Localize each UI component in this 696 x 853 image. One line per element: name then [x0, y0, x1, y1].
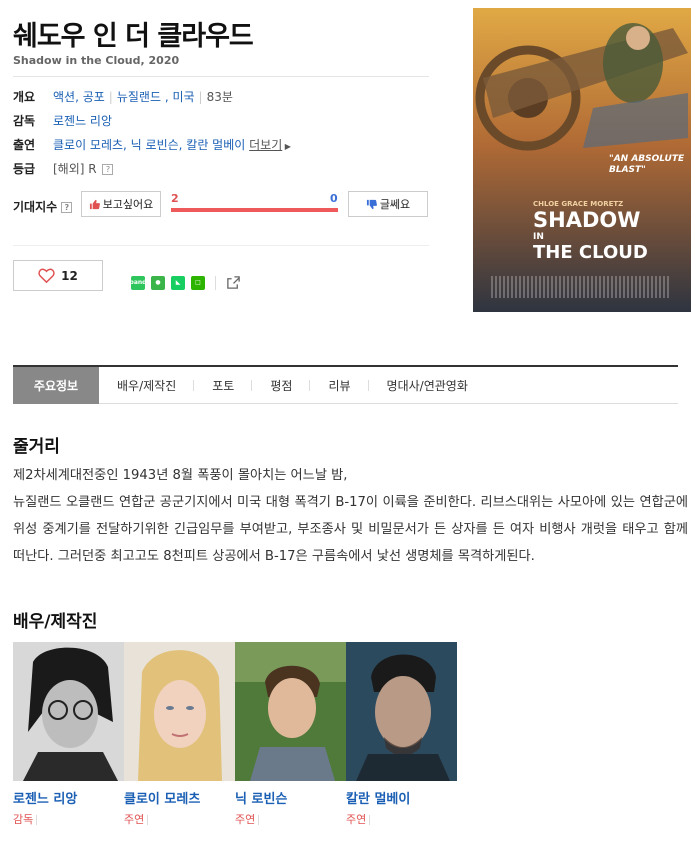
bookmark-icon[interactable]: ◣: [171, 275, 185, 290]
person-photo[interactable]: [346, 642, 457, 781]
cast-label: 출연: [13, 138, 36, 152]
person-photo[interactable]: [13, 642, 124, 781]
want-label: 보고싶어요: [102, 198, 154, 211]
synopsis-heading: 줄거리: [13, 437, 60, 457]
person-role: 감독: [13, 811, 124, 827]
doubt-label: 글쎄요: [379, 198, 411, 211]
person-photo[interactable]: [235, 642, 346, 781]
poster-quote: "AN ABSOLUTE BLAST": [609, 154, 685, 175]
divider: [215, 275, 216, 290]
person-name[interactable]: 닉 로빈슨: [235, 788, 346, 807]
thumbs-down-icon: [366, 199, 377, 209]
rating-region: [해외]: [53, 162, 85, 176]
cast-card[interactable]: 칼란 멀베이 주연: [346, 642, 457, 827]
page-title: 쉐도우 인 더 클라우드: [13, 21, 254, 52]
help-icon[interactable]: ?: [61, 202, 73, 213]
like-button[interactable]: 12: [13, 260, 103, 291]
countries-link[interactable]: 뉴질랜드 , 미국: [117, 90, 195, 104]
person-role: 주연: [346, 811, 457, 827]
person-role: 주연: [235, 811, 346, 827]
synopsis-line-1: 제2차세계대전중인 1943년 8월 폭풍이 몰아치는 어느날 밤,: [13, 468, 348, 483]
synopsis-text: 제2차세계대전중인 1943년 8월 폭풍이 몰아치는 어느날 밤, 뉴질랜드 …: [13, 462, 688, 570]
share-icon[interactable]: [226, 275, 241, 290]
expectation-bar-fill: [171, 208, 338, 212]
poster-title-3: THE CLOUD: [533, 242, 648, 263]
rating-value: R: [88, 162, 97, 176]
movie-poster[interactable]: "AN ABSOLUTE BLAST" CHLOE GRACE MORETZ S…: [473, 8, 691, 312]
original-title: Shadow in the Cloud, 2020: [13, 54, 180, 67]
expectation-label: 기대지수 ?: [13, 198, 73, 215]
help-icon[interactable]: ?: [102, 164, 114, 175]
expectation-bar: [171, 208, 338, 212]
tab-reviews[interactable]: 리뷰: [310, 367, 369, 404]
synopsis-line-2: 뉴질랜드 오클랜드 연합군 공군기지에서 미국 대형 폭격기 B-17이 이륙을…: [13, 495, 688, 564]
tab-cast-crew[interactable]: 배우/제작진: [99, 367, 195, 404]
poster-title-2: IN: [533, 232, 544, 242]
cast-links[interactable]: 클로이 모레츠, 닉 로빈슨, 칼란 멀베이: [53, 138, 245, 152]
tab-photos[interactable]: 포토: [194, 367, 253, 404]
band-icon[interactable]: band: [130, 275, 146, 290]
want-to-see-button[interactable]: 보고싶어요: [81, 191, 161, 217]
genres-link[interactable]: 액션, 공포: [53, 90, 105, 104]
heart-icon: [38, 268, 55, 283]
tab-bar: 주요정보 배우/제작진 포토 평점 리뷰 명대사/연관영화: [13, 366, 678, 404]
director-link[interactable]: 로젠느 리앙: [53, 114, 112, 128]
person-photo[interactable]: [124, 642, 235, 781]
poster-actor: CHLOE GRACE MORETZ: [533, 200, 624, 208]
green-square-icon[interactable]: □: [191, 275, 205, 290]
person-name[interactable]: 칼란 멀베이: [346, 788, 457, 807]
chevron-right-icon: ▶: [282, 142, 291, 151]
cast-card[interactable]: 로젠느 리앙 감독: [13, 642, 124, 827]
person-name[interactable]: 클로이 모레츠: [124, 788, 235, 807]
overview-label: 개요: [13, 90, 36, 104]
want-count: 2: [171, 192, 179, 205]
director-label: 감독: [13, 114, 36, 128]
divider: [13, 245, 429, 246]
line-icon[interactable]: ●: [151, 275, 165, 290]
cast-list: 로젠느 리앙 감독 클로이 모레츠 주연 닉 로빈슨 주연 칼란 멀베이 주연: [13, 642, 457, 827]
tab-quotes-related[interactable]: 명대사/연관영화: [369, 367, 486, 404]
rating-label: 등급: [13, 162, 36, 176]
like-count: 12: [61, 268, 78, 283]
cast-card[interactable]: 클로이 모레츠 주연: [124, 642, 235, 827]
tab-main-info[interactable]: 주요정보: [13, 366, 99, 404]
poster-title-1: SHADOW: [533, 208, 641, 232]
tab-ratings[interactable]: 평점: [252, 367, 311, 404]
share-bar: band ● ◣ □: [130, 275, 241, 290]
cast-heading: 배우/제작진: [13, 612, 98, 632]
doubt-button[interactable]: 글쎄요: [348, 191, 428, 217]
thumbs-up-icon: [89, 199, 100, 209]
more-cast-link[interactable]: 더보기: [249, 138, 282, 152]
poster-credits: [491, 276, 671, 298]
divider: [13, 76, 429, 77]
doubt-count: 0: [330, 192, 338, 205]
runtime: 83분: [206, 90, 233, 104]
person-role: 주연: [124, 811, 235, 827]
cast-card[interactable]: 닉 로빈슨 주연: [235, 642, 346, 827]
person-name[interactable]: 로젠느 리앙: [13, 788, 124, 807]
